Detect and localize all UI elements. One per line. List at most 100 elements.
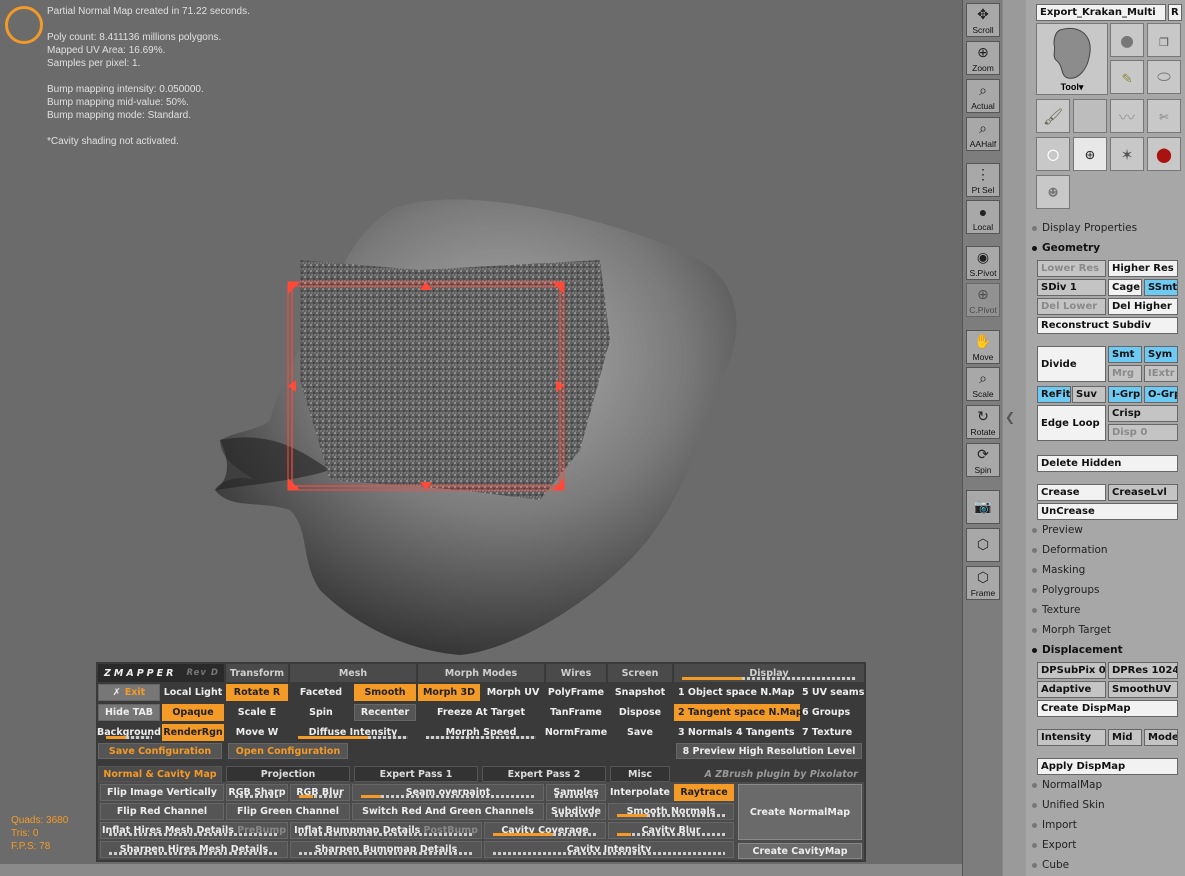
uv-seams-button[interactable]: 5 UV seams: [802, 684, 864, 701]
create-cavitymap-button[interactable]: Create CavityMap: [738, 843, 862, 859]
raytrace-button[interactable]: Raytrace: [674, 784, 734, 801]
mrg-button[interactable]: Mrg: [1108, 365, 1142, 382]
knife-thumb[interactable]: ✄: [1147, 99, 1181, 133]
ptsel-button[interactable]: ⋮ Pt Sel: [966, 163, 1000, 197]
freeze-at-target-button[interactable]: Freeze At Target: [418, 704, 544, 721]
sphere-thumb[interactable]: ●: [1110, 23, 1144, 57]
divide-button[interactable]: Divide: [1037, 346, 1106, 382]
tool-name-field[interactable]: Export_Krakan_Multi: [1036, 4, 1166, 21]
subdivide-slider[interactable]: Subdivde: [546, 803, 606, 820]
create-normalmap-button[interactable]: Create NormalMap: [738, 784, 862, 840]
normframe-button[interactable]: NormFrame: [545, 724, 607, 741]
rgb-blur-slider[interactable]: RGB Blur: [290, 784, 350, 801]
polygroups-section[interactable]: Polygroups: [1032, 584, 1099, 596]
deformation-section[interactable]: Deformation: [1032, 544, 1108, 556]
renderrgn-button[interactable]: RenderRgn: [162, 724, 224, 741]
geometry-section[interactable]: Geometry: [1032, 242, 1100, 254]
cavity-blur-slider[interactable]: Cavity Blur: [608, 822, 734, 839]
smooth-button[interactable]: Smooth: [354, 684, 416, 701]
samples-slider[interactable]: Samples: [546, 784, 606, 801]
delete-hidden-button[interactable]: Delete Hidden: [1037, 455, 1178, 472]
refit-button[interactable]: ReFit: [1037, 386, 1071, 403]
faceted-button[interactable]: Faceted: [290, 684, 352, 701]
recenter-button[interactable]: Recenter: [354, 704, 416, 721]
smt-button[interactable]: Smt: [1108, 346, 1142, 363]
spin-button[interactable]: Spin: [290, 704, 352, 721]
apply-dispmap-button[interactable]: Apply DispMap: [1037, 758, 1178, 775]
zoom-button[interactable]: ⊕ Zoom: [966, 41, 1000, 75]
flip-vertical-button[interactable]: Flip Image Vertically: [100, 784, 224, 801]
del-higher-button[interactable]: Del Higher: [1108, 298, 1178, 315]
subtool-thumb[interactable]: ☻: [1036, 175, 1070, 209]
morph-target-section[interactable]: Morph Target: [1032, 624, 1111, 636]
morph3d-button[interactable]: Morph 3D: [418, 684, 480, 701]
star-thumb[interactable]: ✶: [1110, 137, 1144, 171]
cube-section[interactable]: Cube: [1032, 859, 1069, 871]
move-button[interactable]: Move W: [226, 724, 288, 741]
rotate-tool-button[interactable]: ↻ Rotate: [966, 405, 1000, 439]
local-button[interactable]: ● Local: [966, 200, 1000, 234]
cavity-intensity-slider[interactable]: Cavity Intensity: [484, 841, 734, 858]
save-button[interactable]: Save: [608, 724, 672, 741]
del-lower-button[interactable]: Del Lower: [1037, 298, 1106, 315]
tangent-space-nmap-button[interactable]: 2 Tangent space N.Map: [674, 704, 803, 721]
intensity-slider[interactable]: Intensity: [1037, 729, 1106, 746]
material-thumb[interactable]: ●: [1147, 137, 1181, 171]
inflate-hires-slider[interactable]: Inflat Hires Mesh Details PreBump: [100, 822, 288, 839]
suv-button[interactable]: Suv: [1072, 386, 1106, 403]
masking-section[interactable]: Masking: [1032, 564, 1085, 576]
dispose-button[interactable]: Dispose: [608, 704, 672, 721]
frame-button[interactable]: ⬡ Frame: [966, 566, 1000, 600]
local-light-button[interactable]: Local Light: [162, 684, 224, 701]
ssmt-button[interactable]: SSmt: [1144, 279, 1178, 296]
scroll-button[interactable]: ✥ Scroll: [966, 3, 1000, 37]
camera-button[interactable]: 📷: [966, 490, 1000, 524]
export-section[interactable]: Export: [1032, 839, 1076, 851]
inflate-bump-slider[interactable]: Inflat Bumpmap Details PostBump: [290, 822, 482, 839]
panel-divider[interactable]: ❮: [1002, 0, 1026, 876]
ogrp-button[interactable]: O-Grp: [1144, 386, 1178, 403]
diffuse-intensity-slider[interactable]: Diffuse Intensity: [290, 724, 416, 741]
switch-red-green-button[interactable]: Switch Red And Green Channels: [352, 803, 544, 820]
snapshot-button[interactable]: Snapshot: [608, 684, 672, 701]
texture-button[interactable]: 7 Texture: [802, 724, 864, 741]
save-configuration-button[interactable]: Save Configuration: [98, 743, 222, 759]
aahalf-button[interactable]: ⌕ AAHalf: [966, 117, 1000, 151]
uncrease-button[interactable]: UnCrease: [1037, 503, 1178, 520]
hide-tab-button[interactable]: Hide TAB: [98, 704, 160, 721]
cavity-coverage-slider[interactable]: Cavity Coverage: [484, 822, 606, 839]
tab-projection[interactable]: Projection: [226, 766, 350, 782]
open-configuration-button[interactable]: Open Configuration: [228, 743, 348, 759]
import-section[interactable]: Import: [1032, 819, 1077, 831]
spivot-button[interactable]: ◉ S.Pivot: [966, 246, 1000, 280]
morph-speed-slider[interactable]: Morph Speed: [418, 724, 544, 741]
unified-skin-section[interactable]: Unified Skin: [1032, 799, 1105, 811]
mid-slider[interactable]: Mid: [1108, 729, 1142, 746]
polyframe-button[interactable]: PolyFrame: [546, 684, 606, 701]
flip-green-button[interactable]: Flip Green Channel: [226, 803, 350, 820]
object-space-nmap-button[interactable]: 1 Object space N.Map: [674, 684, 800, 701]
background-slider[interactable]: Background: [97, 724, 161, 741]
cylinder-thumb[interactable]: ⬭: [1147, 60, 1181, 94]
dpsubpix-slider[interactable]: DPSubPix 0: [1037, 662, 1106, 679]
preview-section[interactable]: Preview: [1032, 524, 1083, 536]
tangents-button[interactable]: 4 Tangents: [736, 724, 800, 741]
move-tool-button[interactable]: ✋ Move: [966, 330, 1000, 364]
disp-slider[interactable]: Disp 0: [1108, 424, 1178, 441]
sdiv-slider[interactable]: SDiv 1: [1037, 279, 1106, 296]
spin-tool-button[interactable]: ⟳ Spin: [966, 443, 1000, 477]
current-tool-thumb[interactable]: Tool▾: [1036, 23, 1108, 95]
circle-thumb[interactable]: ◯: [1036, 137, 1070, 171]
sharpen-bump-slider[interactable]: Sharpen Bumpmap Details: [290, 841, 482, 858]
opaque-button[interactable]: Opaque: [162, 704, 224, 721]
dpres-slider[interactable]: DPRes 1024: [1108, 662, 1178, 679]
rotate-button[interactable]: Rotate R: [226, 684, 288, 701]
sym-button[interactable]: Sym: [1144, 346, 1178, 363]
head-model[interactable]: [160, 180, 780, 660]
sharpen-hires-slider[interactable]: Sharpen Hires Mesh Details: [100, 841, 288, 858]
normalmap-section[interactable]: NormalMap: [1032, 779, 1102, 791]
preview-hires-button[interactable]: 8 Preview High Resolution Level: [676, 743, 862, 759]
r-button[interactable]: R: [1168, 4, 1182, 21]
lower-res-button[interactable]: Lower Res: [1037, 260, 1106, 277]
smoothuv-button[interactable]: SmoothUV: [1108, 681, 1178, 698]
